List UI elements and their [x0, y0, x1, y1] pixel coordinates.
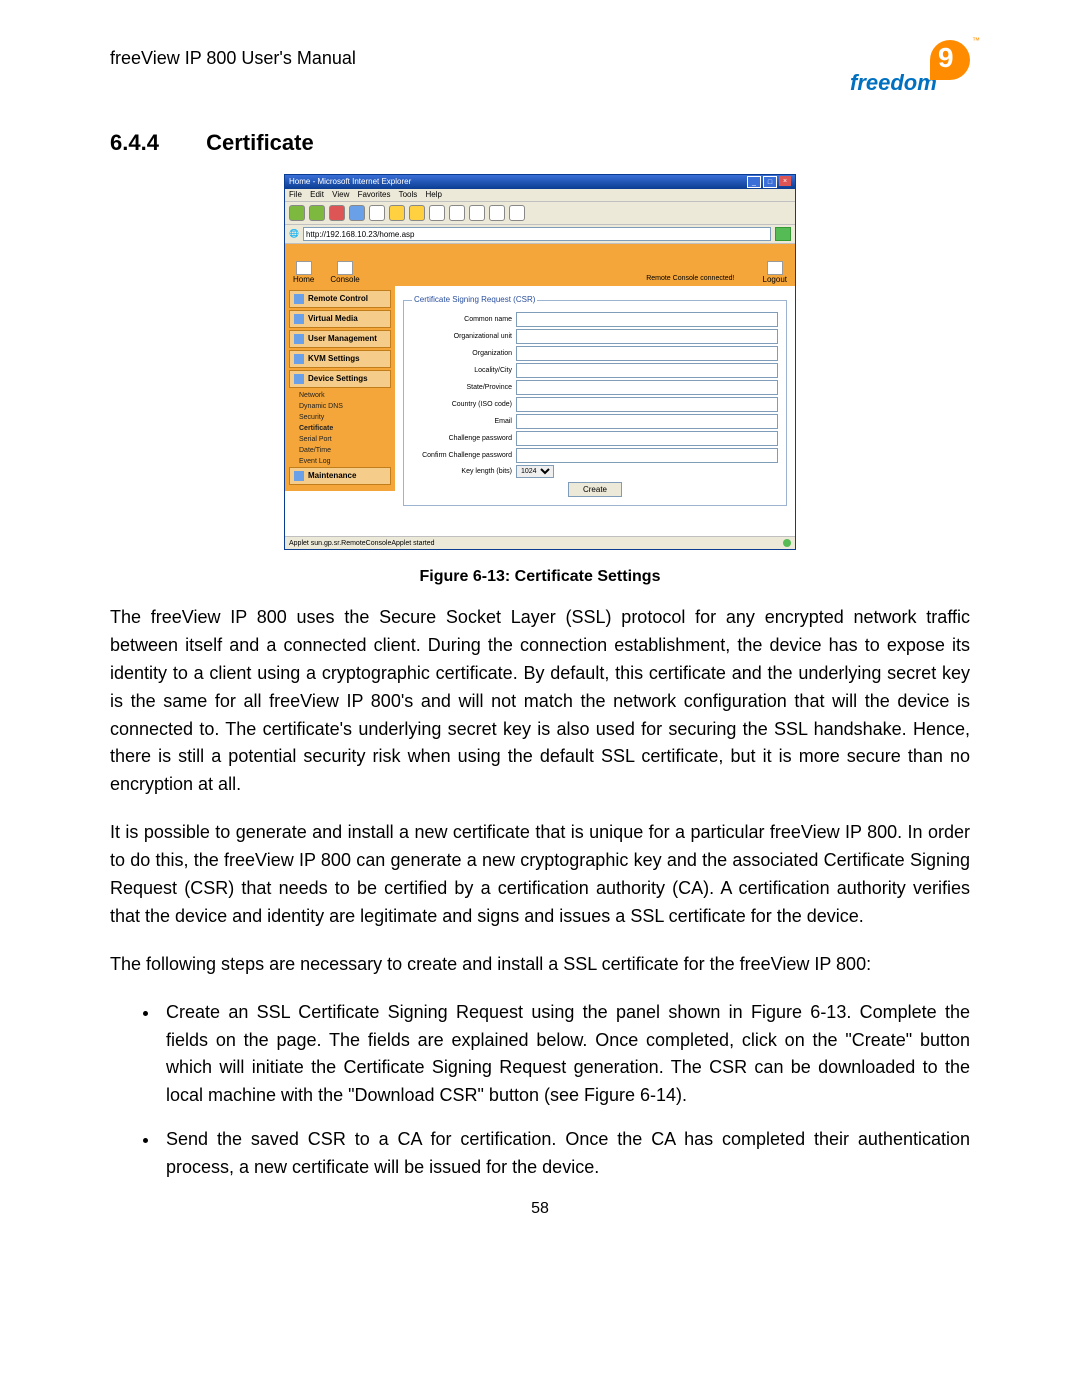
label-organization: Organization: [412, 350, 512, 357]
label-challenge-password: Challenge password: [412, 435, 512, 442]
brand-logo: freedom ™: [850, 40, 970, 100]
trademark-icon: ™: [972, 36, 980, 45]
nav-home[interactable]: Home: [293, 261, 314, 284]
body-paragraph-2: It is possible to generate and install a…: [110, 819, 970, 931]
create-button[interactable]: Create: [568, 482, 622, 497]
step-item-2: Send the saved CSR to a CA for certifica…: [160, 1126, 970, 1182]
maintenance-icon: [294, 471, 304, 481]
browser-toolbar: [285, 202, 795, 225]
input-state[interactable]: [516, 380, 778, 395]
input-email[interactable]: [516, 414, 778, 429]
stop-icon[interactable]: [329, 205, 345, 221]
input-confirm-challenge-password[interactable]: [516, 448, 778, 463]
input-country[interactable]: [516, 397, 778, 412]
input-locality[interactable]: [516, 363, 778, 378]
nav-logout[interactable]: Logout: [763, 261, 787, 284]
input-org-unit[interactable]: [516, 329, 778, 344]
menu-tools[interactable]: Tools: [399, 190, 418, 199]
label-state: State/Province: [412, 384, 512, 391]
user-management-icon: [294, 334, 304, 344]
sidebar-remote-control[interactable]: Remote Control: [289, 290, 391, 308]
go-button[interactable]: [775, 227, 791, 241]
address-bar: 🌐: [285, 225, 795, 244]
sidebar-device-settings[interactable]: Device Settings: [289, 370, 391, 388]
console-nav-icon: [337, 261, 353, 275]
remote-console-status: Remote Console connected!: [638, 273, 742, 284]
virtual-media-icon: [294, 314, 304, 324]
menu-view[interactable]: View: [332, 190, 349, 199]
status-indicator-icon: [783, 539, 791, 547]
input-organization[interactable]: [516, 346, 778, 361]
home-icon[interactable]: [369, 205, 385, 221]
status-text: Applet sun.gp.sr.RemoteConsoleApplet sta…: [289, 540, 435, 547]
favorites-icon[interactable]: [409, 205, 425, 221]
label-common-name: Common name: [412, 316, 512, 323]
section-title: Certificate: [206, 130, 314, 155]
sidebar-sub-security[interactable]: Security: [289, 412, 391, 423]
sidebar-virtual-media[interactable]: Virtual Media: [289, 310, 391, 328]
ie-icon: 🌐: [289, 230, 299, 238]
messenger-icon[interactable]: [509, 205, 525, 221]
sidebar-sub-serial[interactable]: Serial Port: [289, 434, 391, 445]
close-button[interactable]: ×: [779, 176, 791, 186]
label-email: Email: [412, 418, 512, 425]
app-top-nav: Home Console Remote Console connected! L…: [285, 244, 795, 286]
label-confirm-challenge-password: Confirm Challenge password: [412, 452, 512, 459]
figure-screenshot: Home - Microsoft Internet Explorer _ □ ×…: [284, 174, 796, 550]
menu-help[interactable]: Help: [426, 190, 442, 199]
sidebar-sub-dyndns[interactable]: Dynamic DNS: [289, 401, 391, 412]
print-icon[interactable]: [469, 205, 485, 221]
menu-file[interactable]: File: [289, 190, 302, 199]
logo-nine-icon: [930, 40, 970, 80]
label-locality: Locality/City: [412, 367, 512, 374]
menu-edit[interactable]: Edit: [310, 190, 324, 199]
window-title: Home - Microsoft Internet Explorer: [289, 178, 411, 186]
home-nav-icon: [296, 261, 312, 275]
sidebar-kvm-settings[interactable]: KVM Settings: [289, 350, 391, 368]
browser-status-bar: Applet sun.gp.sr.RemoteConsoleApplet sta…: [285, 536, 795, 549]
label-country: Country (ISO code): [412, 401, 512, 408]
address-input[interactable]: [303, 227, 771, 241]
document-header: freeView IP 800 User's Manual: [110, 48, 356, 69]
kvm-settings-icon: [294, 354, 304, 364]
menu-favorites[interactable]: Favorites: [358, 190, 391, 199]
device-settings-icon: [294, 374, 304, 384]
step-item-1: Create an SSL Certificate Signing Reques…: [160, 999, 970, 1111]
search-icon[interactable]: [389, 205, 405, 221]
sidebar-maintenance[interactable]: Maintenance: [289, 467, 391, 485]
edit-icon[interactable]: [489, 205, 505, 221]
logo-text: freedom: [850, 70, 937, 96]
csr-fieldset: Certificate Signing Request (CSR) Common…: [403, 296, 787, 506]
history-icon[interactable]: [429, 205, 445, 221]
sidebar-sub-network[interactable]: Network: [289, 390, 391, 401]
input-challenge-password[interactable]: [516, 431, 778, 446]
steps-list: Create an SSL Certificate Signing Reques…: [110, 999, 970, 1182]
forward-icon[interactable]: [309, 205, 325, 221]
input-common-name[interactable]: [516, 312, 778, 327]
window-titlebar: Home - Microsoft Internet Explorer _ □ ×: [285, 175, 795, 189]
remote-control-icon: [294, 294, 304, 304]
page-number: 58: [0, 1200, 1080, 1218]
label-org-unit: Organizational unit: [412, 333, 512, 340]
maximize-button[interactable]: □: [763, 176, 777, 188]
browser-menubar: File Edit View Favorites Tools Help: [285, 189, 795, 202]
back-icon[interactable]: [289, 205, 305, 221]
mail-icon[interactable]: [449, 205, 465, 221]
refresh-icon[interactable]: [349, 205, 365, 221]
csr-legend: Certificate Signing Request (CSR): [412, 296, 537, 304]
sidebar-user-management[interactable]: User Management: [289, 330, 391, 348]
sidebar-sub-eventlog[interactable]: Event Log: [289, 456, 391, 467]
sidebar-sub-certificate[interactable]: Certificate: [289, 423, 391, 434]
nav-console[interactable]: Console: [330, 261, 359, 284]
select-key-length[interactable]: 1024: [516, 465, 554, 478]
section-number: 6.4.4: [110, 130, 200, 156]
sidebar-sub-datetime[interactable]: Date/Time: [289, 445, 391, 456]
logout-nav-icon: [767, 261, 783, 275]
figure-caption: Figure 6-13: Certificate Settings: [110, 568, 970, 586]
body-paragraph-1: The freeView IP 800 uses the Secure Sock…: [110, 604, 970, 799]
label-key-length: Key length (bits): [412, 468, 512, 475]
section-heading: 6.4.4 Certificate: [110, 130, 970, 156]
body-paragraph-3: The following steps are necessary to cre…: [110, 951, 970, 979]
minimize-button[interactable]: _: [747, 176, 761, 188]
